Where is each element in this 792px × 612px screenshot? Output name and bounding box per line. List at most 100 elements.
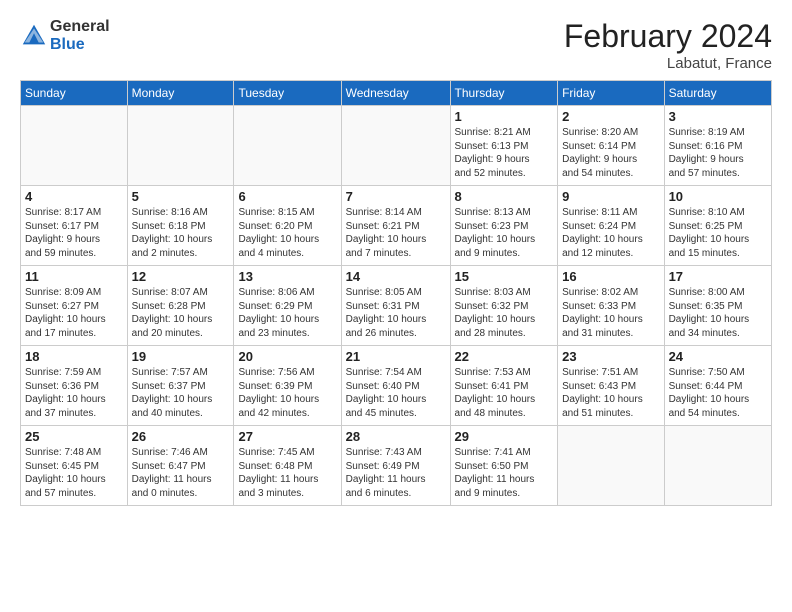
logo-general-text: General <box>50 18 110 36</box>
day-info: Sunrise: 8:05 AM Sunset: 6:31 PM Dayligh… <box>346 286 446 340</box>
calendar-day-cell: 14 Sunrise: 8:05 AM Sunset: 6:31 PM Dayli… <box>341 266 450 346</box>
day-info: Sunrise: 8:20 AM Sunset: 6:14 PM Dayligh… <box>562 126 659 180</box>
day-info: Sunrise: 8:03 AM Sunset: 6:32 PM Dayligh… <box>455 286 554 340</box>
day-number: 26 <box>132 429 230 444</box>
calendar-day-cell: 23 Sunrise: 7:51 AM Sunset: 6:43 PM Dayli… <box>558 346 664 426</box>
calendar-day-cell: 13 Sunrise: 8:06 AM Sunset: 6:29 PM Dayli… <box>234 266 341 346</box>
day-number: 3 <box>669 109 767 124</box>
day-number: 22 <box>455 349 554 364</box>
day-info: Sunrise: 8:07 AM Sunset: 6:28 PM Dayligh… <box>132 286 230 340</box>
calendar-day-cell: 1 Sunrise: 8:21 AM Sunset: 6:13 PM Daylig… <box>450 106 558 186</box>
logo-icon <box>20 22 48 50</box>
calendar-table: Sunday Monday Tuesday Wednesday Thursday… <box>20 80 772 506</box>
day-info: Sunrise: 7:45 AM Sunset: 6:48 PM Dayligh… <box>238 446 336 500</box>
calendar-day-cell: 26 Sunrise: 7:46 AM Sunset: 6:47 PM Dayli… <box>127 426 234 506</box>
day-info: Sunrise: 8:09 AM Sunset: 6:27 PM Dayligh… <box>25 286 123 340</box>
day-number: 23 <box>562 349 659 364</box>
location: Labatut, France <box>564 55 772 72</box>
day-number: 8 <box>455 189 554 204</box>
calendar-day-cell <box>21 106 128 186</box>
calendar-day-cell: 19 Sunrise: 7:57 AM Sunset: 6:37 PM Dayli… <box>127 346 234 426</box>
day-number: 4 <box>25 189 123 204</box>
day-number: 6 <box>238 189 336 204</box>
day-number: 27 <box>238 429 336 444</box>
day-info: Sunrise: 7:43 AM Sunset: 6:49 PM Dayligh… <box>346 446 446 500</box>
day-info: Sunrise: 8:13 AM Sunset: 6:23 PM Dayligh… <box>455 206 554 260</box>
day-info: Sunrise: 7:48 AM Sunset: 6:45 PM Dayligh… <box>25 446 123 500</box>
calendar-day-cell: 11Sunrise: 8:09 AM Sunset: 6:27 PM Dayli… <box>21 266 128 346</box>
header-friday: Friday <box>558 81 664 106</box>
calendar-day-cell <box>234 106 341 186</box>
header-thursday: Thursday <box>450 81 558 106</box>
header-wednesday: Wednesday <box>341 81 450 106</box>
day-number: 20 <box>238 349 336 364</box>
calendar-day-cell: 18Sunrise: 7:59 AM Sunset: 6:36 PM Dayli… <box>21 346 128 426</box>
day-info: Sunrise: 8:06 AM Sunset: 6:29 PM Dayligh… <box>238 286 336 340</box>
day-number: 13 <box>238 269 336 284</box>
day-info: Sunrise: 8:10 AM Sunset: 6:25 PM Dayligh… <box>669 206 767 260</box>
calendar-week-row: 18Sunrise: 7:59 AM Sunset: 6:36 PM Dayli… <box>21 346 772 426</box>
day-number: 19 <box>132 349 230 364</box>
day-info: Sunrise: 7:54 AM Sunset: 6:40 PM Dayligh… <box>346 366 446 420</box>
day-info: Sunrise: 7:57 AM Sunset: 6:37 PM Dayligh… <box>132 366 230 420</box>
day-info: Sunrise: 8:19 AM Sunset: 6:16 PM Dayligh… <box>669 126 767 180</box>
title-area: February 2024 Labatut, France <box>564 18 772 72</box>
day-number: 28 <box>346 429 446 444</box>
logo: General Blue <box>20 18 110 53</box>
calendar-day-cell: 21 Sunrise: 7:54 AM Sunset: 6:40 PM Dayli… <box>341 346 450 426</box>
day-info: Sunrise: 8:17 AM Sunset: 6:17 PM Dayligh… <box>25 206 123 260</box>
day-number: 1 <box>455 109 554 124</box>
calendar-day-cell: 20 Sunrise: 7:56 AM Sunset: 6:39 PM Dayli… <box>234 346 341 426</box>
calendar-header-row: Sunday Monday Tuesday Wednesday Thursday… <box>21 81 772 106</box>
calendar-day-cell: 8 Sunrise: 8:13 AM Sunset: 6:23 PM Daylig… <box>450 186 558 266</box>
header-sunday: Sunday <box>21 81 128 106</box>
day-info: Sunrise: 7:50 AM Sunset: 6:44 PM Dayligh… <box>669 366 767 420</box>
day-info: Sunrise: 8:02 AM Sunset: 6:33 PM Dayligh… <box>562 286 659 340</box>
calendar-week-row: 4 Sunrise: 8:17 AM Sunset: 6:17 PM Daylig… <box>21 186 772 266</box>
day-info: Sunrise: 8:11 AM Sunset: 6:24 PM Dayligh… <box>562 206 659 260</box>
calendar-day-cell: 7Sunrise: 8:14 AM Sunset: 6:21 PM Daylig… <box>341 186 450 266</box>
calendar-day-cell: 24 Sunrise: 7:50 AM Sunset: 6:44 PM Dayli… <box>664 346 771 426</box>
day-number: 21 <box>346 349 446 364</box>
day-number: 5 <box>132 189 230 204</box>
calendar-day-cell <box>558 426 664 506</box>
day-number: 2 <box>562 109 659 124</box>
calendar-day-cell: 28 Sunrise: 7:43 AM Sunset: 6:49 PM Dayli… <box>341 426 450 506</box>
page: General Blue February 2024 Labatut, Fran… <box>0 0 792 516</box>
calendar-day-cell: 4 Sunrise: 8:17 AM Sunset: 6:17 PM Daylig… <box>21 186 128 266</box>
calendar-day-cell: 17Sunrise: 8:00 AM Sunset: 6:35 PM Dayli… <box>664 266 771 346</box>
calendar-day-cell: 15Sunrise: 8:03 AM Sunset: 6:32 PM Dayli… <box>450 266 558 346</box>
calendar-day-cell <box>341 106 450 186</box>
calendar-day-cell: 2 Sunrise: 8:20 AM Sunset: 6:14 PM Daylig… <box>558 106 664 186</box>
day-info: Sunrise: 7:56 AM Sunset: 6:39 PM Dayligh… <box>238 366 336 420</box>
calendar-day-cell: 27 Sunrise: 7:45 AM Sunset: 6:48 PM Dayli… <box>234 426 341 506</box>
day-info: Sunrise: 7:59 AM Sunset: 6:36 PM Dayligh… <box>25 366 123 420</box>
day-number: 17 <box>669 269 767 284</box>
calendar-day-cell: 25 Sunrise: 7:48 AM Sunset: 6:45 PM Dayli… <box>21 426 128 506</box>
calendar-day-cell: 12Sunrise: 8:07 AM Sunset: 6:28 PM Dayli… <box>127 266 234 346</box>
day-info: Sunrise: 8:15 AM Sunset: 6:20 PM Dayligh… <box>238 206 336 260</box>
day-number: 25 <box>25 429 123 444</box>
calendar-day-cell <box>127 106 234 186</box>
day-number: 24 <box>669 349 767 364</box>
day-number: 7 <box>346 189 446 204</box>
day-info: Sunrise: 7:51 AM Sunset: 6:43 PM Dayligh… <box>562 366 659 420</box>
day-number: 16 <box>562 269 659 284</box>
calendar-day-cell: 29Sunrise: 7:41 AM Sunset: 6:50 PM Dayli… <box>450 426 558 506</box>
calendar-day-cell: 9 Sunrise: 8:11 AM Sunset: 6:24 PM Daylig… <box>558 186 664 266</box>
header: General Blue February 2024 Labatut, Fran… <box>20 18 772 72</box>
calendar-day-cell: 6 Sunrise: 8:15 AM Sunset: 6:20 PM Daylig… <box>234 186 341 266</box>
calendar-day-cell: 10 Sunrise: 8:10 AM Sunset: 6:25 PM Dayli… <box>664 186 771 266</box>
day-number: 10 <box>669 189 767 204</box>
day-number: 14 <box>346 269 446 284</box>
day-info: Sunrise: 7:53 AM Sunset: 6:41 PM Dayligh… <box>455 366 554 420</box>
day-info: Sunrise: 7:41 AM Sunset: 6:50 PM Dayligh… <box>455 446 554 500</box>
day-number: 9 <box>562 189 659 204</box>
header-monday: Monday <box>127 81 234 106</box>
month-title: February 2024 <box>564 18 772 55</box>
day-info: Sunrise: 7:46 AM Sunset: 6:47 PM Dayligh… <box>132 446 230 500</box>
day-info: Sunrise: 8:21 AM Sunset: 6:13 PM Dayligh… <box>455 126 554 180</box>
calendar-week-row: 1 Sunrise: 8:21 AM Sunset: 6:13 PM Daylig… <box>21 106 772 186</box>
calendar-week-row: 11Sunrise: 8:09 AM Sunset: 6:27 PM Dayli… <box>21 266 772 346</box>
calendar-day-cell: 3 Sunrise: 8:19 AM Sunset: 6:16 PM Daylig… <box>664 106 771 186</box>
